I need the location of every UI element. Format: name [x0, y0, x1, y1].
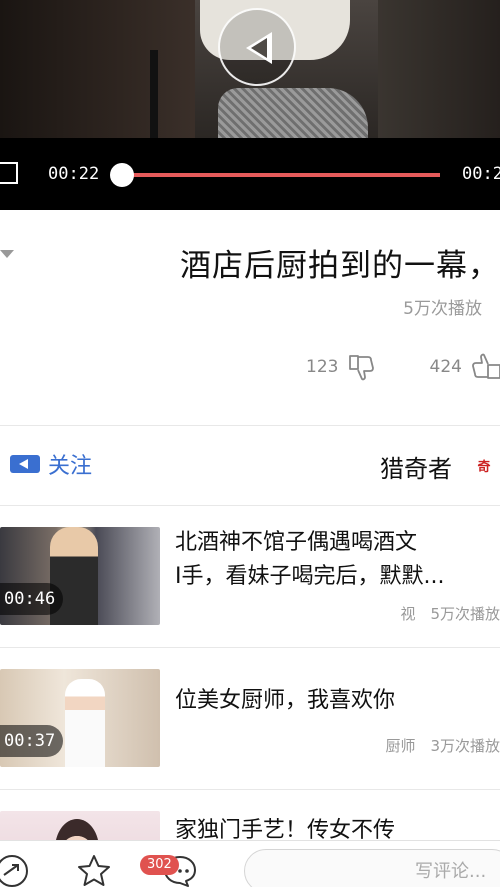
list-item[interactable]: 00:46 北酒神不馆子偶遇喝酒文 I手，看妹子喝完后，默默... 视 5万次播… [0, 505, 500, 647]
author-row: 关注 猎奇者 奇 [0, 425, 500, 505]
total-time: 00:22 [462, 164, 500, 184]
related-title-line2: I手，看妹子喝完后，默默... [175, 564, 445, 589]
like-count: 424 [429, 357, 462, 377]
related-title: 家独门手艺！传女不传 [175, 818, 396, 840]
related-title: 北酒神不馆子偶遇喝酒文 [175, 530, 418, 555]
list-item[interactable]: 00:37 位美女厨师，我喜欢你 厨师 3万次播放 [0, 647, 500, 789]
related-title: 位美女厨师，我喜欢你 [175, 688, 396, 713]
video-info: 酒店后厨拍到的一幕， 5万次播放 123 424 [0, 210, 500, 425]
bottom-bar: 302 写评论... [0, 840, 500, 887]
follow-flag-icon [10, 455, 40, 473]
like-button[interactable]: 424 [430, 352, 500, 382]
thumbs-down-icon [349, 355, 375, 381]
related-meta: 厨师 3万次播放 [385, 737, 500, 755]
author-badge: 奇 [477, 459, 491, 475]
video-title: 酒店后厨拍到的一幕， [180, 248, 500, 284]
play-count: 5万次播放 [403, 299, 482, 319]
progress-handle[interactable] [110, 163, 134, 187]
video-duration: 00:37 [0, 725, 64, 757]
dislike-button[interactable]: 123 [306, 352, 376, 382]
progress-fill [122, 173, 440, 177]
dislike-count: 123 [306, 357, 339, 377]
video-thumbnail[interactable] [0, 811, 160, 840]
video-thumbnail[interactable]: 00:37 [0, 669, 160, 767]
current-time: 00:22 [48, 164, 100, 184]
video-player[interactable]: 00:22 00:22 [0, 0, 500, 210]
play-button[interactable] [218, 8, 296, 86]
list-item[interactable]: 家独门手艺！传女不传 [0, 789, 500, 840]
follow-label: 关注 [48, 454, 93, 479]
comment-count-badge: 302 [140, 855, 179, 875]
comment-input[interactable]: 写评论... [244, 849, 500, 887]
star-icon[interactable] [76, 853, 112, 887]
player-controls: 00:22 00:22 [0, 138, 500, 210]
related-videos: 00:46 北酒神不馆子偶遇喝酒文 I手，看妹子喝完后，默默... 视 5万次播… [0, 505, 500, 840]
share-icon[interactable] [0, 853, 30, 887]
progress-bar[interactable] [110, 163, 440, 187]
video-duration: 00:46 [0, 583, 64, 615]
follow-button[interactable]: 关注 [10, 447, 92, 481]
video-thumbnail[interactable]: 00:46 [0, 527, 160, 625]
related-meta: 视 5万次播放 [400, 605, 500, 623]
author-name[interactable]: 猎奇者 [380, 449, 452, 484]
fullscreen-icon[interactable] [0, 162, 18, 184]
collapse-icon[interactable] [0, 250, 14, 258]
thumbs-up-icon [472, 353, 500, 379]
